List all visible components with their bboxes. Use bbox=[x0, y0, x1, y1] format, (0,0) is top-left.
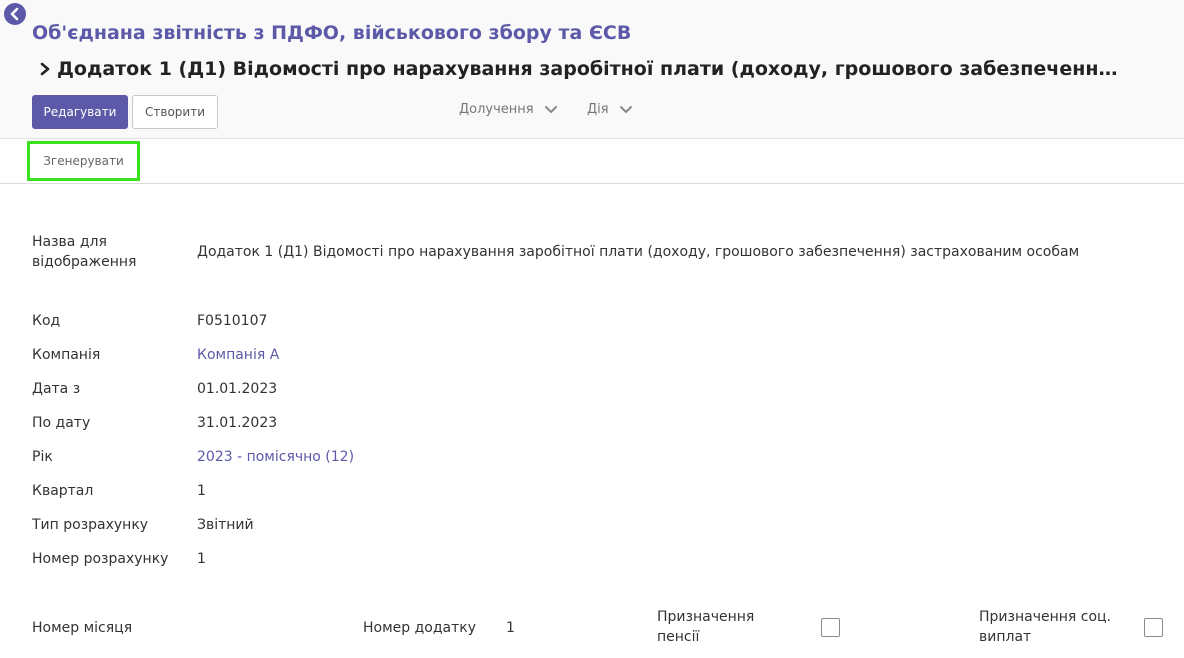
edit-button[interactable]: Редагувати bbox=[32, 95, 128, 129]
display-name-value: Додаток 1 (Д1) Відомості про нарахування… bbox=[197, 244, 1080, 260]
attachments-dropdown[interactable]: Долучення bbox=[459, 102, 558, 117]
date-to-value: 31.01.2023 bbox=[197, 415, 278, 431]
chevron-right-icon bbox=[40, 62, 50, 76]
chevron-down-icon bbox=[544, 105, 557, 113]
appendix-number-label: Номер додатку bbox=[363, 620, 477, 636]
quarter-value: 1 bbox=[197, 483, 206, 499]
company-label: Компанія bbox=[32, 347, 101, 363]
appendix-number-value: 1 bbox=[506, 620, 515, 636]
action-dropdown[interactable]: Дія bbox=[587, 102, 633, 117]
year-link[interactable]: 2023 - помісячно (12) bbox=[197, 447, 354, 467]
date-from-label: Дата з bbox=[32, 381, 81, 397]
action-label: Дія bbox=[587, 102, 609, 117]
social-purpose-checkbox[interactable] bbox=[1144, 618, 1163, 637]
date-from-value: 01.01.2023 bbox=[197, 381, 278, 397]
quarter-label: Квартал bbox=[32, 483, 94, 499]
chevron-down-icon bbox=[619, 105, 632, 113]
calc-number-value: 1 bbox=[197, 551, 206, 567]
control-panel: Об'єднана звітність з ПДФО, військового … bbox=[0, 0, 1184, 139]
company-link[interactable]: Компанія А bbox=[197, 345, 279, 365]
month-number-label: Номер місяця bbox=[32, 620, 133, 636]
generate-button[interactable]: Згенерувати bbox=[27, 141, 140, 181]
social-purpose-label: Призначення соц. виплат bbox=[979, 609, 1111, 645]
breadcrumb-parent[interactable]: Об'єднана звітність з ПДФО, військового … bbox=[32, 22, 631, 44]
back-arrow-icon[interactable] bbox=[4, 3, 26, 25]
calc-type-label: Тип розрахунку bbox=[32, 517, 149, 533]
create-button[interactable]: Створити bbox=[132, 95, 218, 129]
display-name-label: Назва для відображення bbox=[32, 234, 137, 270]
date-to-label: По дату bbox=[32, 415, 91, 431]
statusbar: Згенерувати bbox=[0, 139, 1184, 184]
page-title: Додаток 1 (Д1) Відомості про нарахування… bbox=[57, 58, 1118, 80]
calc-number-label: Номер розрахунку bbox=[32, 551, 169, 567]
pension-purpose-label: Призначення пенсії bbox=[657, 609, 755, 645]
breadcrumb: Додаток 1 (Д1) Відомості про нарахування… bbox=[38, 58, 1118, 80]
calc-type-value: Звітний bbox=[197, 517, 254, 533]
year-label: Рік bbox=[32, 449, 53, 465]
code-label: Код bbox=[32, 313, 61, 329]
code-value: F0510107 bbox=[197, 313, 268, 329]
pension-purpose-checkbox[interactable] bbox=[821, 618, 840, 637]
attachments-label: Долучення bbox=[459, 102, 534, 117]
